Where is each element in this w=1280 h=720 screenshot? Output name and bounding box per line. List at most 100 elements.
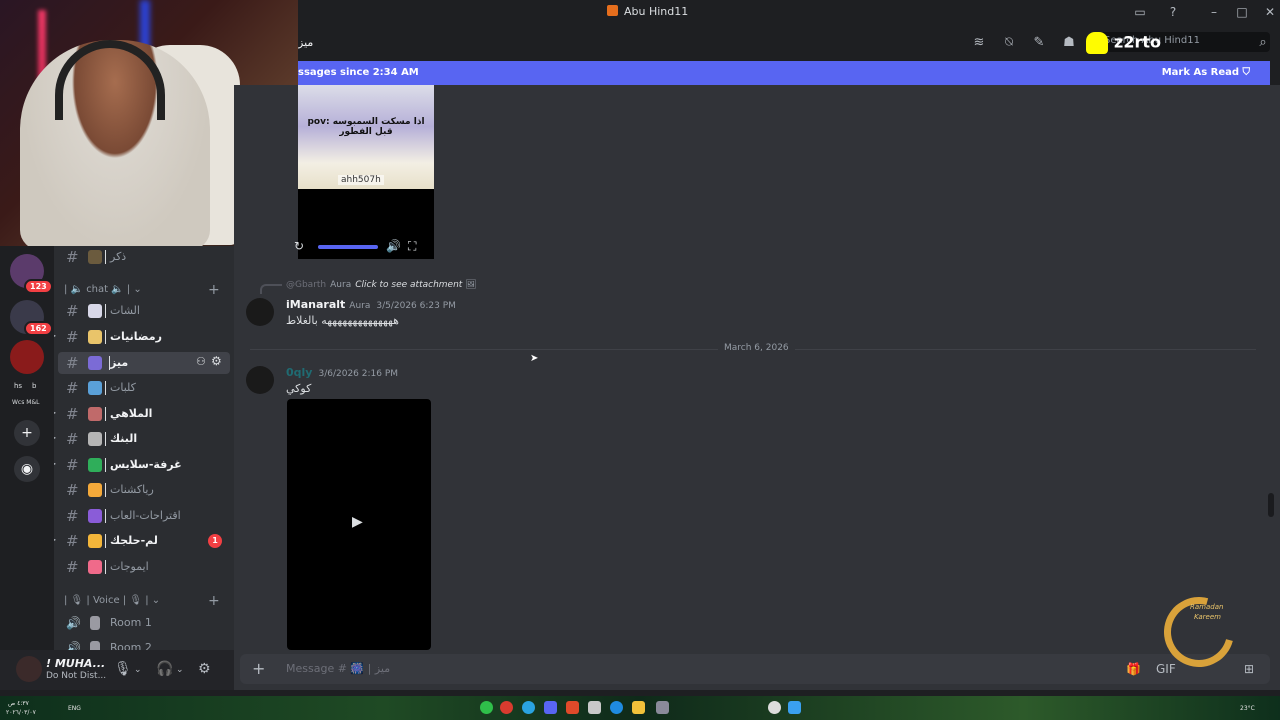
user-panel: ! MUHA... Do Not Dist... 🎙 ⌄ 🎧 ⌄ ⚙ (0, 650, 234, 690)
category-chat[interactable]: | 🔈 chat 🔈 | ⌄ (64, 284, 142, 295)
channel-emoji-icon (88, 458, 102, 472)
add-server-icon[interactable]: + (14, 420, 40, 446)
hash-icon: # (66, 481, 79, 499)
channel-item[interactable]: ▸ # البنك (54, 428, 230, 450)
add-voice-channel-icon[interactable]: + (208, 593, 220, 609)
video-watermark: ahh507h (338, 175, 384, 185)
search-taskbar-icon[interactable] (768, 701, 781, 714)
channel-emoji-icon (88, 483, 102, 497)
language-indicator[interactable]: ENG (68, 705, 81, 712)
weather-temp: 23°C (1240, 705, 1255, 712)
windows-start-icon[interactable] (788, 701, 801, 714)
app-icon[interactable] (588, 701, 601, 714)
channel-item[interactable]: ▸ # غرفة-سلايس (54, 454, 230, 476)
voice-channel-item[interactable]: 🔊 Room 2 (54, 637, 230, 650)
headphones-icon[interactable]: 🎧 (156, 661, 173, 677)
voice-channel-item[interactable]: 🔊 Room 1 (54, 612, 230, 634)
crescent-moon-icon (1151, 584, 1247, 680)
channel-item[interactable]: ▸ # الملاهي (54, 403, 230, 425)
video-thumbnail: pov: اذا مسكت السمبوسه قبل الفطور (298, 85, 434, 189)
server-folder-label[interactable]: b (32, 382, 36, 390)
new-messages-banner[interactable]: ssages since 2:34 AM Mark As Read ⛉ (298, 61, 1270, 85)
speaker-icon: 🔊 (66, 641, 81, 650)
channel-item[interactable]: # رياكشنات (54, 479, 230, 501)
message-input[interactable] (240, 654, 1270, 684)
chevron-down-icon[interactable]: ⌄ (134, 665, 142, 675)
video-attachment[interactable]: pov: اذا مسكت السمبوسه قبل الفطور ahh507… (294, 85, 434, 259)
mic-emoji-icon (90, 616, 100, 630)
avatar[interactable] (16, 656, 42, 682)
channel-item[interactable]: # ايموجات (54, 556, 230, 578)
gift-icon[interactable]: 🎁 (1126, 662, 1141, 676)
hash-icon: # (66, 532, 79, 550)
snapchat-ghost-icon (1086, 32, 1108, 54)
discord-taskbar-icon[interactable] (544, 701, 557, 714)
maximize-icon[interactable]: □ (1234, 4, 1250, 20)
apps-icon[interactable]: ⊞ (1244, 662, 1254, 676)
channel-item[interactable]: ▸ # لم-حلجك 1 (54, 530, 230, 552)
avatar[interactable] (246, 298, 274, 326)
inbox-icon[interactable]: ▭ (1132, 4, 1148, 20)
channel-item-active[interactable]: # ميز ⚇ ⚙ (58, 352, 230, 374)
user-settings-gear-icon[interactable]: ⚙ (198, 661, 211, 677)
search-icon[interactable]: ⌕ (1254, 35, 1272, 51)
clock-time: ٤:٣٧ ص (8, 700, 29, 707)
message-timestamp: 3/6/2026 2:16 PM (318, 369, 399, 379)
server-icon[interactable] (10, 340, 44, 374)
discover-icon[interactable]: ◉ (14, 456, 40, 482)
volume-icon[interactable]: 🔊 (386, 239, 401, 253)
category-voice[interactable]: | 🎙 | Voice | 🎙 | ⌄ (64, 595, 160, 606)
channel-emoji-icon (88, 560, 102, 574)
pin-icon[interactable]: ✎ (1030, 35, 1048, 51)
channel-item[interactable]: # اقتراحات-العاب (54, 505, 230, 527)
server-folder-label[interactable]: hs (14, 382, 22, 390)
chevron-down-icon[interactable]: ⌄ (176, 665, 184, 675)
message-author[interactable]: iManaralt Aura 3/5/2026 6:23 PM (286, 298, 456, 311)
reply-preview[interactable]: @Gbarth Aura Click to see attachment 🖼 (286, 280, 477, 290)
channel-emoji-icon (88, 534, 102, 548)
scrollbar-thumb[interactable] (1268, 493, 1274, 517)
channel-title: ميز (298, 36, 314, 49)
video-attachment[interactable]: ▶ (287, 399, 431, 650)
app-icon[interactable] (656, 701, 669, 714)
message-author[interactable]: 0qly 3/6/2026 2:16 PM (286, 366, 398, 379)
settings-gear-icon[interactable]: ⚙ (211, 354, 222, 368)
video-caption: pov: اذا مسكت السمبوسه قبل الفطور (307, 117, 425, 137)
fullscreen-icon[interactable]: ⛶ (408, 239, 416, 254)
invite-icon[interactable]: ⚇ (196, 355, 206, 368)
channel-item[interactable]: # كلبات (54, 377, 230, 399)
snapchat-overlay: z2rto (1086, 32, 1161, 58)
channel-item[interactable]: ▸ # رمضانيات (54, 326, 230, 348)
server-badge: 123 (24, 279, 53, 294)
video-progress-bar[interactable] (318, 245, 378, 249)
chrome-icon[interactable] (500, 701, 513, 714)
user-status: Do Not Dist... (46, 671, 107, 681)
edge-icon[interactable] (610, 701, 623, 714)
minimize-icon[interactable]: – (1206, 4, 1222, 20)
microphone-icon[interactable]: 🎙 (114, 661, 132, 677)
channel-item[interactable]: # الشات (54, 300, 230, 322)
add-attachment-icon[interactable]: + (252, 659, 265, 678)
mark-as-read-button[interactable]: Mark As Read ⛉ (1162, 67, 1250, 78)
play-icon[interactable]: ▶ (352, 514, 363, 530)
clock-date: ٢٠٢٦/٠٣/٠٧ (6, 709, 36, 716)
channel-emoji-icon (88, 330, 102, 344)
threads-icon[interactable]: ≋ (970, 35, 988, 51)
file-explorer-icon[interactable] (632, 701, 645, 714)
channel-item[interactable]: # ذكر (54, 246, 230, 268)
avatar[interactable] (246, 366, 274, 394)
close-icon[interactable]: ✕ (1262, 4, 1278, 20)
telegram-icon[interactable] (522, 701, 535, 714)
help-icon[interactable]: ? (1165, 4, 1181, 20)
hash-icon: # (66, 430, 79, 448)
guild-tag: Aura (349, 301, 371, 311)
username[interactable]: ! MUHA... (46, 657, 105, 670)
replay-icon[interactable]: ↻ (294, 239, 304, 253)
members-icon[interactable]: ☗ (1060, 35, 1078, 51)
brave-icon[interactable] (566, 701, 579, 714)
notification-mute-icon[interactable]: ⍉ (1000, 35, 1018, 51)
server-folder-label[interactable]: Wcs M&L (12, 399, 39, 406)
add-channel-icon[interactable]: + (208, 282, 220, 298)
mention-badge: 1 (208, 534, 222, 548)
spotify-icon[interactable] (480, 701, 493, 714)
